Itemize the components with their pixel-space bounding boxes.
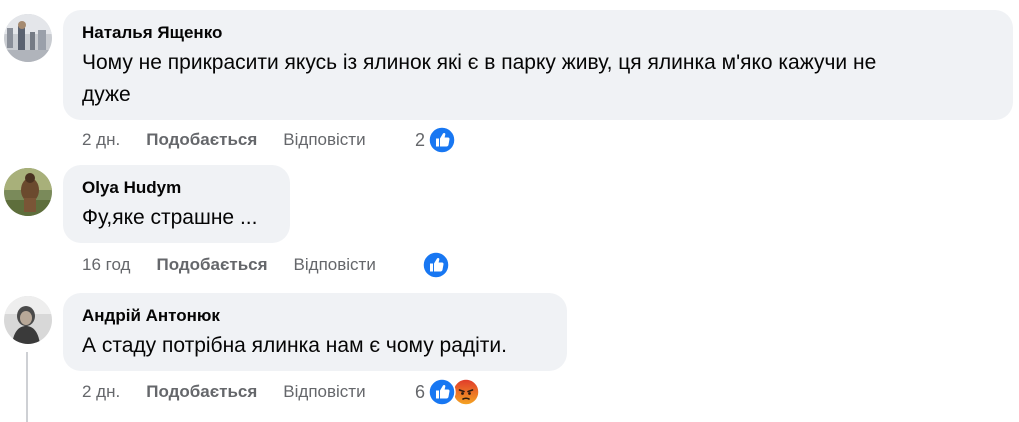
comment-bubble: Olya Hudym Фу,яке страшне ... [63, 165, 290, 243]
comment-text-line: дуже [82, 83, 131, 106]
like-icon [428, 378, 456, 406]
comment-actions: 16 год Подобається Відповісти [82, 252, 376, 278]
avatar-photo [4, 168, 52, 216]
comment-actions: 2 дн. Подобається Відповісти [82, 379, 366, 405]
reply-button[interactable]: Відповісти [294, 255, 376, 275]
avatar[interactable] [4, 14, 52, 62]
like-icon [422, 251, 450, 279]
avatar[interactable] [4, 296, 52, 344]
like-button[interactable]: Подобається [146, 382, 257, 402]
reaction-count: 6 [415, 381, 426, 402]
author-name[interactable]: Olya Hudym [82, 177, 272, 199]
reply-button[interactable]: Відповісти [283, 130, 365, 150]
like-button[interactable]: Подобається [146, 130, 257, 150]
comment-text-line: Фу,яке страшне ... [82, 206, 258, 229]
comment-bubble: Андрій Антонюк А стаду потрібна ялинка н… [63, 293, 567, 371]
like-button[interactable]: Подобається [156, 255, 267, 275]
comment-text: А стаду потрібна ялинка нам є чому радіт… [82, 330, 549, 362]
author-name[interactable]: Наталья Ященко [82, 22, 995, 44]
reaction-count: 2 [415, 129, 426, 150]
avatar-photo [4, 296, 52, 344]
comment-actions: 2 дн. Подобається Відповісти [82, 127, 366, 153]
angry-icon [452, 378, 480, 406]
like-icon [428, 126, 456, 154]
comment-text-line: А стаду потрібна ялинка нам є чому радіт… [82, 334, 507, 357]
timestamp[interactable]: 2 дн. [82, 382, 120, 402]
reply-thread-line [26, 352, 28, 422]
avatar[interactable] [4, 168, 52, 216]
reactions-summary[interactable] [422, 251, 450, 279]
comment-text: Фу,яке страшне ... [82, 202, 272, 234]
author-name[interactable]: Андрій Антонюк [82, 305, 549, 327]
reactions-summary[interactable]: 2 [415, 126, 456, 154]
timestamp[interactable]: 16 год [82, 255, 130, 275]
timestamp[interactable]: 2 дн. [82, 130, 120, 150]
avatar-photo [4, 14, 52, 62]
reply-button[interactable]: Відповісти [283, 382, 365, 402]
reactions-summary[interactable]: 6 [415, 378, 480, 406]
comment-bubble: Наталья Ященко Чому не прикрасити якусь … [63, 10, 1013, 120]
comment-text: Чому не прикрасити якусь із ялинок які є… [82, 47, 995, 111]
comment-text-line: Чому не прикрасити якусь із ялинок які є… [82, 51, 877, 74]
